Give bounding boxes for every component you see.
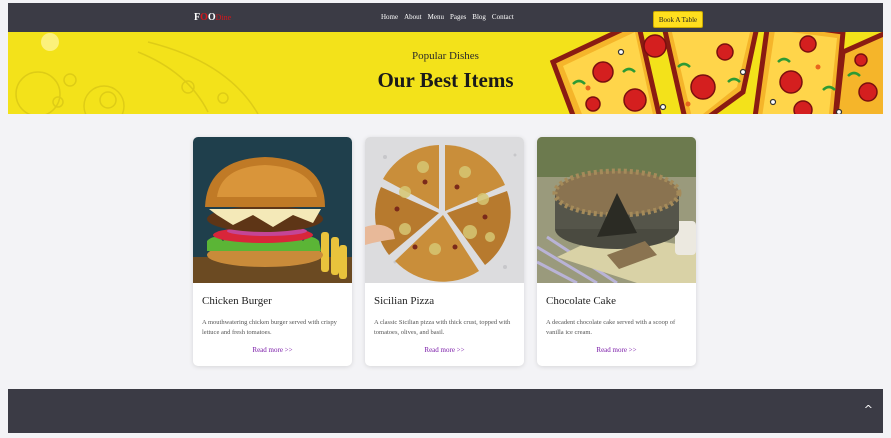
hero-subtitle: Popular Dishes: [412, 50, 479, 62]
nav-link-about[interactable]: About: [404, 13, 422, 21]
card-description: A mouthwatering chicken burger served wi…: [202, 319, 337, 336]
card-title: Sicilian Pizza: [374, 295, 435, 307]
main-menu: Home About Menu Pages Blog Contact: [381, 13, 514, 21]
read-more-link[interactable]: Read more >>: [365, 346, 524, 354]
hero-banner: Popular Dishes Our Best Items: [8, 32, 883, 114]
pizza-image: [365, 137, 524, 283]
site-logo[interactable]: FOODine: [194, 12, 231, 23]
card-title: Chicken Burger: [202, 295, 272, 307]
card-description: A decadent chocolate cake served with a …: [546, 319, 676, 336]
hero-title: Our Best Items: [377, 68, 514, 92]
nav-link-home[interactable]: Home: [381, 13, 398, 21]
nav-link-blog[interactable]: Blog: [472, 13, 486, 21]
navbar: FOODine Home About Menu Pages Blog Conta…: [8, 3, 883, 32]
card-description: A classic Sicilian pizza with thick crus…: [374, 319, 511, 336]
back-to-top-icon[interactable]: ^: [864, 403, 873, 416]
menu-card-chocolate-cake: Chocolate Cake A decadent chocolate cake…: [537, 137, 696, 366]
nav-link-menu[interactable]: Menu: [428, 13, 444, 21]
nav-link-contact[interactable]: Contact: [492, 13, 514, 21]
menu-card-sicilian-pizza: Sicilian Pizza A classic Sicilian pizza …: [365, 137, 524, 366]
read-more-link[interactable]: Read more >>: [537, 346, 696, 354]
book-table-button[interactable]: Book A Table: [653, 11, 703, 28]
nav-link-pages[interactable]: Pages: [450, 13, 466, 21]
logo-letter-o1: O: [200, 12, 208, 23]
footer: ^: [8, 389, 883, 433]
logo-letter-o2: O: [207, 12, 216, 23]
read-more-link[interactable]: Read more >>: [193, 346, 352, 354]
page: FOODine Home About Menu Pages Blog Conta…: [0, 0, 891, 438]
logo-rest: Dine: [215, 13, 232, 22]
card-title: Chocolate Cake: [546, 295, 616, 307]
burger-image: [193, 137, 352, 283]
cake-image: [537, 137, 696, 283]
menu-card-chicken-burger: Chicken Burger A mouthwatering chicken b…: [193, 137, 352, 366]
